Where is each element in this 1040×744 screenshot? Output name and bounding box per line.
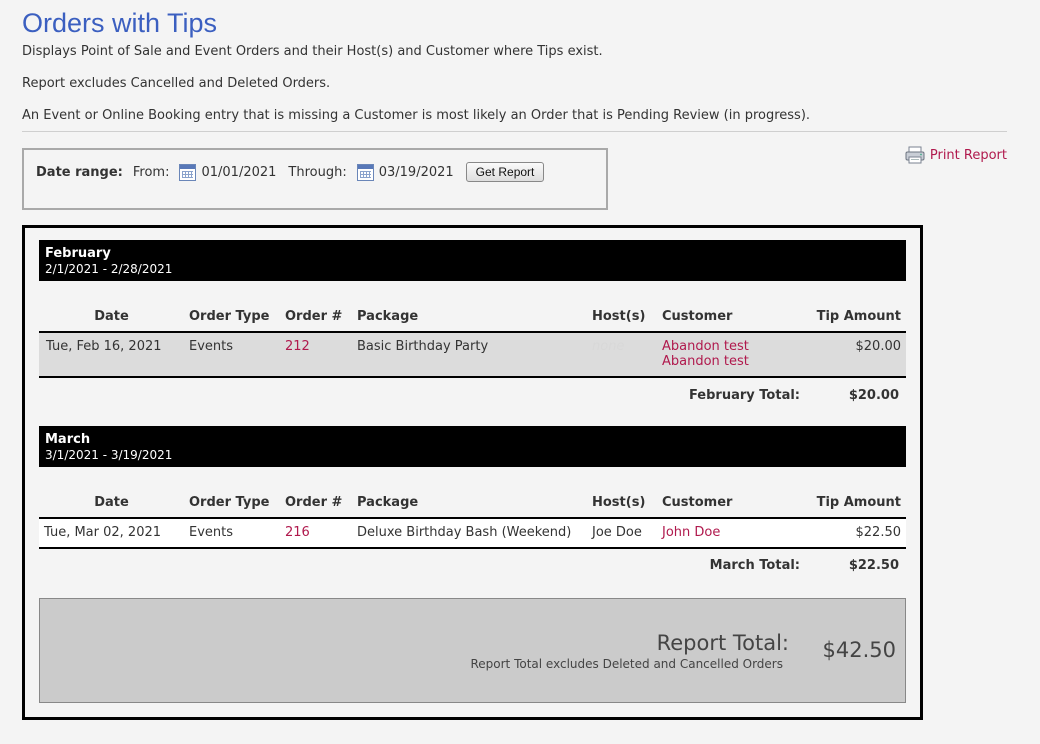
col-order-number: Order # [280, 301, 352, 333]
month-range: 3/1/2021 - 3/19/2021 [45, 448, 173, 462]
tip-amount: $22.50 [777, 518, 906, 549]
report-total-note: Report Total excludes Deleted and Cancel… [470, 657, 783, 671]
page-description: Displays Point of Sale and Event Orders … [22, 44, 603, 59]
customer-link[interactable]: Abandon test [662, 354, 772, 369]
report-container: February 2/1/2021 - 2/28/2021 Date Order… [22, 225, 923, 720]
through-label: Through: [288, 164, 347, 180]
february-table: Date Order Type Order # Package Host(s) … [39, 301, 906, 378]
month-total-value: $22.50 [848, 558, 899, 573]
customer-cell: John Doe [657, 518, 777, 549]
col-customer: Customer [657, 487, 777, 519]
month-header-february: February 2/1/2021 - 2/28/2021 [39, 240, 906, 281]
month-name: February [45, 246, 111, 261]
col-customer: Customer [657, 301, 777, 333]
host-name: none [587, 332, 657, 378]
march-table: Date Order Type Order # Package Host(s) … [39, 487, 906, 549]
report-total-value: $42.50 [822, 638, 896, 662]
date-range-filter: Date range: From: 01/01/2021 Through: 03… [22, 148, 608, 210]
from-label: From: [132, 164, 170, 180]
print-report-label: Print Report [929, 147, 1007, 163]
order-type: Events [184, 518, 280, 549]
month-total-label: March Total: [709, 558, 800, 573]
divider [22, 131, 1007, 132]
print-report-link[interactable]: Print Report [905, 146, 1007, 164]
report-total-panel: Report Total: Report Total excludes Dele… [39, 598, 906, 703]
pending-review-note: An Event or Online Booking entry that is… [22, 108, 811, 123]
col-hosts: Host(s) [587, 301, 657, 333]
package-name: Basic Birthday Party [352, 332, 587, 378]
customer-link[interactable]: John Doe [662, 525, 772, 540]
col-order-type: Order Type [184, 487, 280, 519]
table-row: Tue, Feb 16, 2021 Events 212 Basic Birth… [39, 332, 906, 378]
month-range: 2/1/2021 - 2/28/2021 [45, 262, 173, 276]
through-date-field[interactable]: 03/19/2021 [379, 165, 454, 180]
col-date: Date [39, 301, 184, 333]
col-hosts: Host(s) [587, 487, 657, 519]
month-total-label: February Total: [688, 388, 800, 403]
month-name: March [45, 432, 91, 447]
col-package: Package [352, 487, 587, 519]
col-date: Date [39, 487, 184, 519]
tip-amount: $20.00 [777, 332, 906, 378]
order-number-link[interactable]: 216 [280, 518, 352, 549]
customer-cell: Abandon test Abandon test [657, 332, 777, 378]
get-report-button[interactable]: Get Report [465, 162, 545, 182]
host-name: Joe Doe [587, 518, 657, 549]
order-date: Tue, Mar 02, 2021 [39, 518, 184, 549]
from-date-field[interactable]: 01/01/2021 [201, 165, 276, 180]
month-total-value: $20.00 [848, 388, 899, 403]
table-row: Tue, Mar 02, 2021 Events 216 Deluxe Birt… [39, 518, 906, 549]
customer-link[interactable]: Abandon test [662, 339, 772, 354]
exclusion-note: Report excludes Cancelled and Deleted Or… [22, 76, 331, 91]
col-package: Package [352, 301, 587, 333]
report-total-label: Report Total: [656, 631, 789, 655]
col-order-type: Order Type [184, 301, 280, 333]
calendar-icon[interactable] [356, 163, 374, 181]
col-tip-amount: Tip Amount [777, 301, 906, 333]
date-range-label: Date range: [36, 164, 123, 180]
col-tip-amount: Tip Amount [777, 487, 906, 519]
col-order-number: Order # [280, 487, 352, 519]
calendar-icon[interactable] [179, 163, 197, 181]
order-date: Tue, Feb 16, 2021 [39, 332, 184, 378]
printer-icon [905, 146, 925, 164]
package-name: Deluxe Birthday Bash (Weekend) [352, 518, 587, 549]
order-type: Events [184, 332, 280, 378]
month-header-march: March 3/1/2021 - 3/19/2021 [39, 426, 906, 467]
order-number-link[interactable]: 212 [280, 332, 352, 378]
page-title: Orders with Tips [22, 8, 218, 38]
